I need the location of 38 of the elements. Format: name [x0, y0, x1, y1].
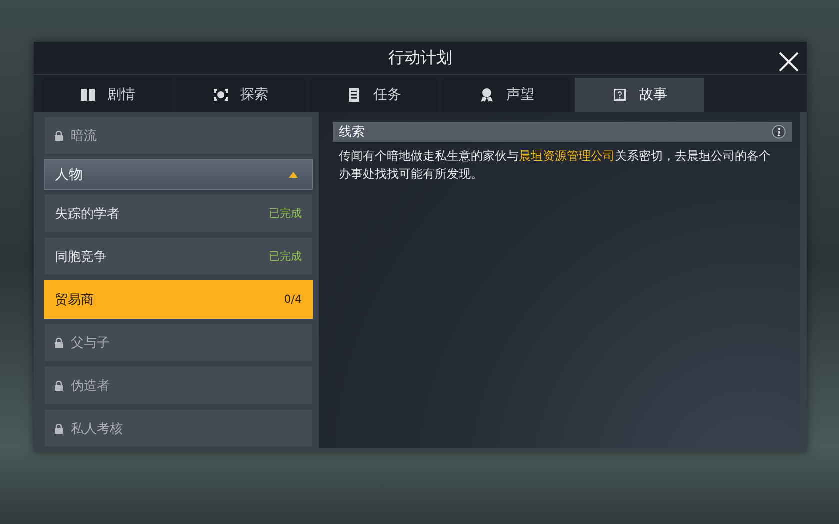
clue-description: 传闻有个暗地做走私生意的家伙与晨垣资源管理公司 关系密切，去晨垣公司的各个办事处找找可能有所发现。 — [339, 148, 772, 183]
category-header[interactable]: 人物 — [44, 159, 313, 190]
close-button[interactable] — [777, 50, 801, 74]
story-list-item[interactable]: 私人考核 — [44, 409, 313, 448]
story-label: 伪造者 — [71, 378, 111, 394]
lock-icon — [55, 338, 63, 348]
question-note-icon — [612, 87, 628, 103]
tab[interactable]: 声望 — [442, 78, 571, 112]
crosshair-icon — [212, 87, 228, 103]
story-list-item[interactable]: 暗流 — [44, 116, 313, 155]
window-title: 行动计划 — [388, 48, 452, 68]
story-status: 0/4 — [284, 293, 302, 306]
clue-title: 线索 — [339, 124, 365, 141]
book-icon — [80, 87, 96, 103]
tab[interactable]: 故事 — [575, 78, 704, 112]
info-icon[interactable] — [772, 125, 786, 139]
story-label: 失踪的学者 — [55, 206, 121, 222]
story-label: 同胞竞争 — [55, 248, 108, 266]
tab[interactable]: 剧情 — [43, 78, 172, 112]
story-label: 父与子 — [71, 334, 111, 352]
tab[interactable]: 探索 — [176, 78, 305, 112]
lock-icon — [55, 130, 63, 140]
story-status: 已完成 — [269, 206, 302, 221]
lock-icon — [55, 424, 63, 434]
badge-icon — [478, 87, 494, 103]
story-label: 暗流 — [71, 128, 98, 144]
caret-icon — [289, 172, 298, 178]
story-label: 私人考核 — [71, 420, 124, 438]
story-list-item[interactable]: 贸易商 0/4 — [44, 280, 313, 319]
category-label: 人物 — [55, 166, 84, 184]
story-list-item[interactable]: 同胞竞争 已完成 — [44, 237, 313, 276]
story-list-item[interactable]: 父与子 — [44, 323, 313, 362]
story-list-item[interactable]: 伪造者 — [44, 366, 313, 405]
story-status: 已完成 — [269, 249, 302, 264]
story-list-item[interactable]: 失踪的学者 已完成 — [44, 194, 313, 233]
tab[interactable]: 任务 — [309, 78, 438, 112]
story-label: 贸易商 — [55, 292, 95, 308]
lock-icon — [55, 380, 63, 390]
